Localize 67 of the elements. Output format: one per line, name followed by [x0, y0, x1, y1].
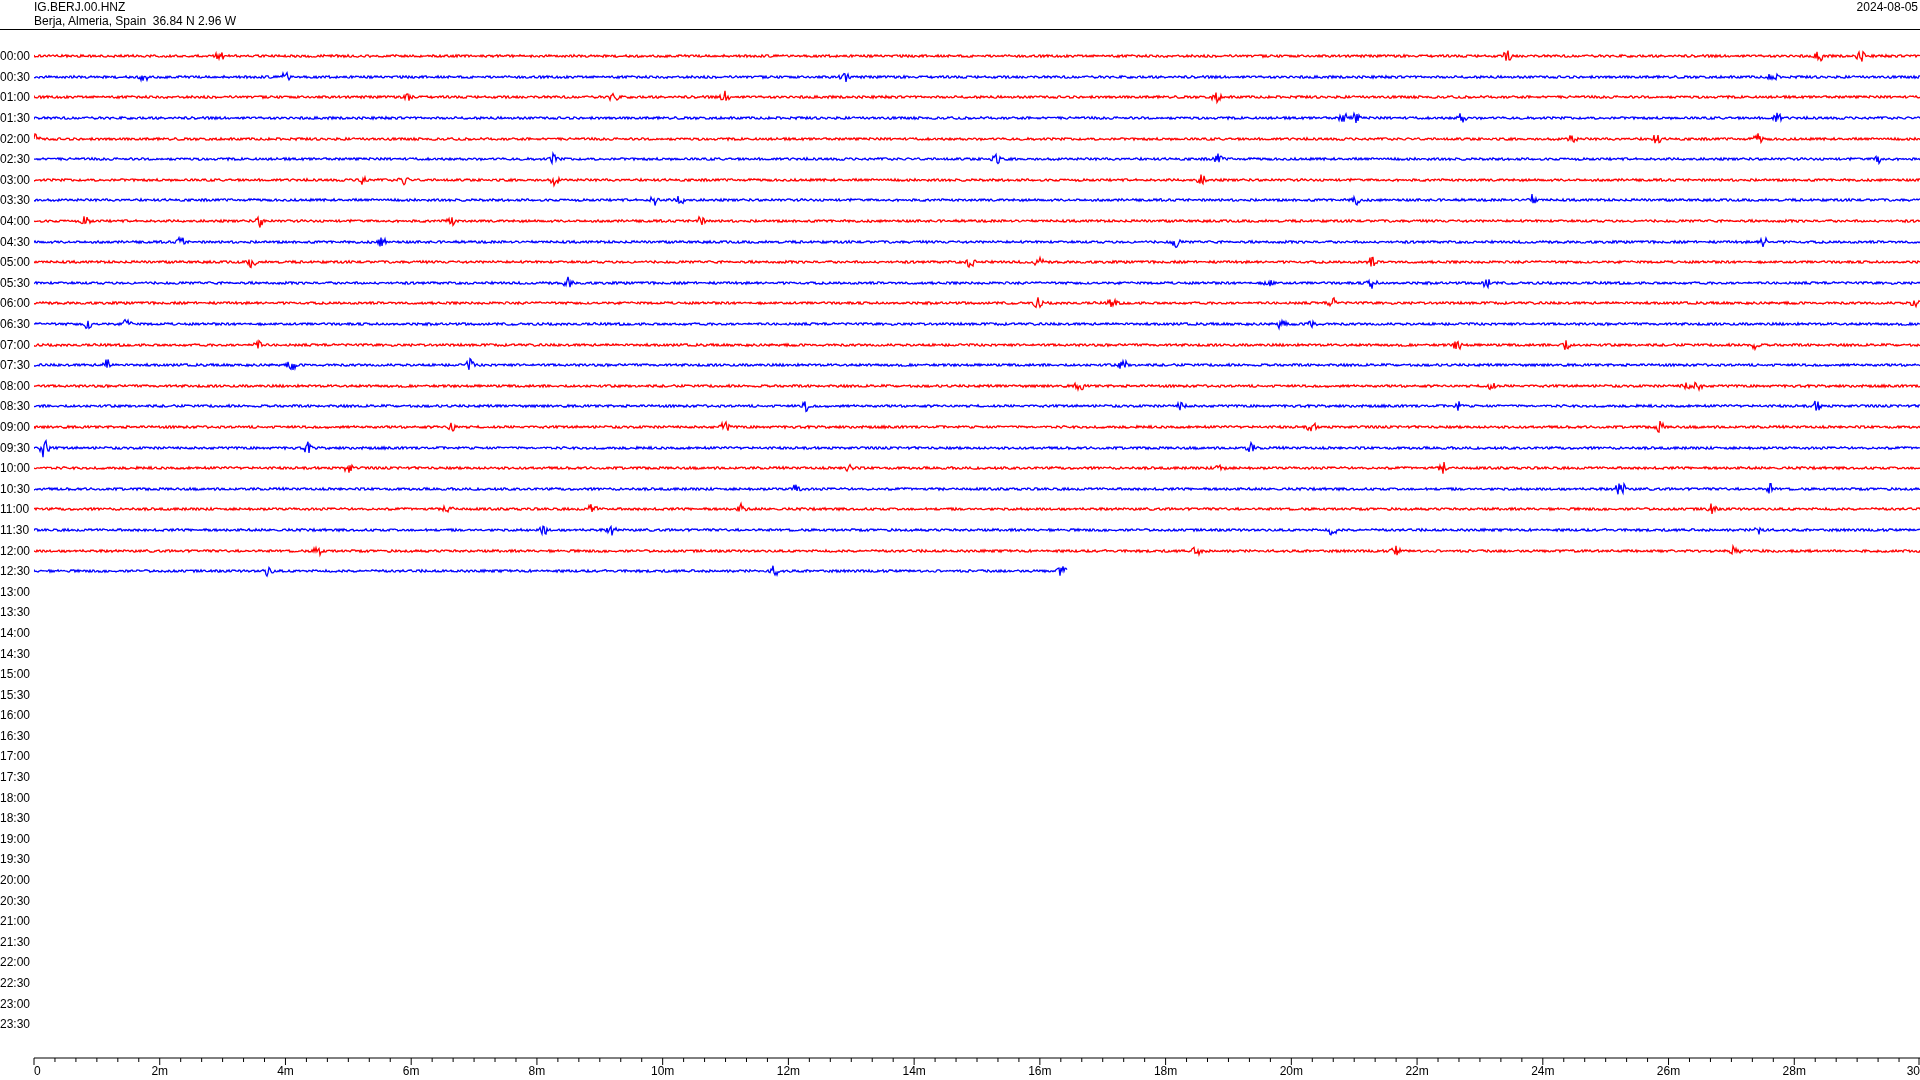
axis-label: 24m	[1531, 1063, 1555, 1077]
time-label: 01:00	[0, 91, 32, 104]
time-label: 22:00	[0, 956, 32, 969]
time-label: 04:00	[0, 215, 32, 228]
time-label: 06:00	[0, 297, 32, 310]
station-code: IG.BERJ.00.HNZ	[34, 0, 127, 14]
axis-label: 6m	[402, 1063, 420, 1077]
time-label: 19:00	[0, 832, 32, 845]
time-label: 15:30	[0, 688, 32, 701]
axis-label: 26m	[1656, 1063, 1681, 1077]
time-label: 14:30	[0, 647, 32, 660]
time-label: 23:00	[0, 997, 32, 1010]
time-label: 03:00	[0, 173, 32, 186]
time-label: 01:30	[0, 112, 32, 125]
date-label: 2024-08-05	[1856, 0, 1919, 16]
time-label: 02:00	[0, 132, 32, 145]
time-label: 12:30	[0, 565, 32, 578]
axis-label: 12m	[776, 1063, 801, 1077]
time-label: 04:30	[0, 235, 32, 248]
time-label: 14:00	[0, 626, 32, 639]
time-label: 19:30	[0, 853, 32, 866]
axis-label: 20m	[1279, 1063, 1303, 1077]
axis-label: 10m	[651, 1063, 675, 1077]
time-label: 07:30	[0, 359, 32, 372]
time-label: 17:00	[0, 750, 32, 763]
time-label: 21:00	[0, 915, 32, 928]
time-label: 13:00	[0, 585, 32, 598]
time-label: 08:00	[0, 379, 32, 392]
time-label: 07:00	[0, 338, 32, 351]
time-label: 22:30	[0, 977, 32, 989]
time-label: 10:00	[0, 462, 32, 475]
time-label: 18:30	[0, 812, 32, 825]
station-location: Berja, Almeria, Spain 36.84 N 2.96 W	[34, 14, 237, 28]
axis-label: 28m	[1782, 1063, 1806, 1077]
axis-label: 8m	[528, 1063, 546, 1077]
axis-label: 16m	[1028, 1063, 1052, 1077]
time-label: 09:30	[0, 441, 32, 454]
axis-label: 14m	[902, 1063, 926, 1077]
time-label: 02:30	[0, 153, 32, 166]
time-label: 23:30	[0, 1018, 32, 1031]
time-label: 20:30	[0, 894, 32, 907]
time-label: 08:30	[0, 400, 32, 413]
time-label: 03:30	[0, 194, 32, 207]
time-label: 21:30	[0, 935, 32, 948]
axis-label: 18m	[1153, 1063, 1178, 1077]
time-label: 00:30	[0, 70, 32, 83]
time-label: 11:00	[0, 503, 31, 516]
time-label: 05:30	[0, 276, 32, 289]
axis-label: 4m	[277, 1063, 294, 1077]
time-label: 13:30	[0, 606, 32, 619]
axis-label: 22m	[1405, 1063, 1429, 1077]
axis-label: 0	[34, 1063, 41, 1077]
time-label: 15:00	[0, 668, 32, 681]
time-label: 16:30	[0, 729, 32, 742]
time-label: 09:00	[0, 421, 32, 433]
time-label: 18:00	[0, 791, 32, 804]
time-label: 16:00	[0, 709, 32, 722]
axis-label: 2m	[151, 1063, 169, 1077]
axis-label: 30	[1906, 1063, 1920, 1077]
time-label: 00:00	[0, 50, 32, 63]
time-label: 11:30	[0, 523, 31, 536]
time-label: 12:00	[0, 544, 32, 557]
time-label: 10:30	[0, 482, 32, 495]
time-label: 20:00	[0, 874, 32, 887]
time-label: 17:30	[0, 771, 32, 784]
time-label: 06:30	[0, 318, 32, 330]
time-label: 05:00	[0, 256, 32, 269]
